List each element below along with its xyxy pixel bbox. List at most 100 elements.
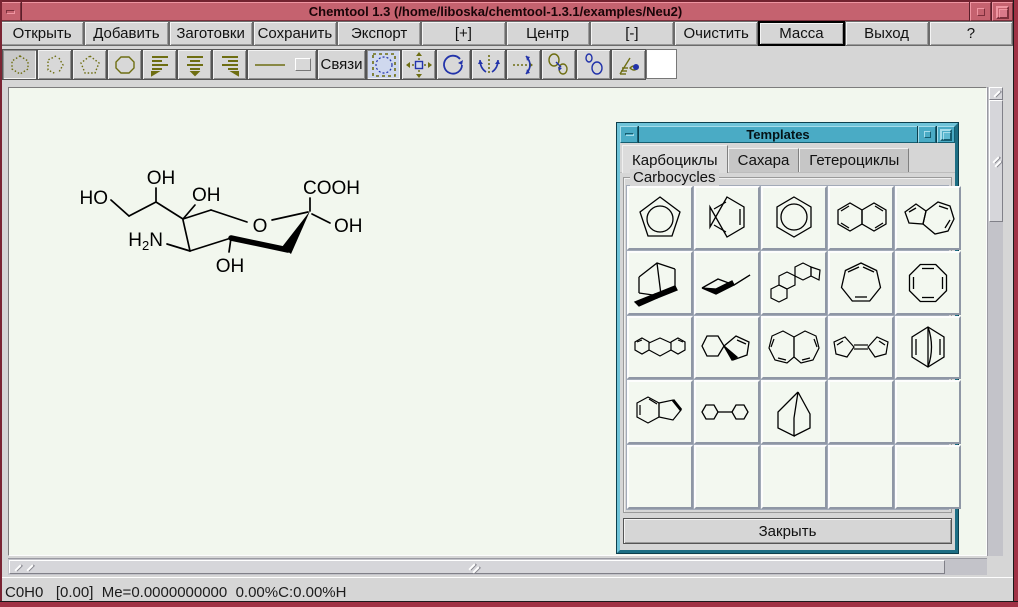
hexagon-icon — [8, 53, 32, 77]
window-menu-button[interactable] — [0, 2, 21, 21]
menu-export-button[interactable]: Экспорт — [337, 21, 421, 46]
align-center-button[interactable] — [177, 49, 212, 80]
template-cell-empty — [895, 445, 961, 509]
menu-help-button[interactable]: ? — [929, 21, 1013, 46]
align-center-icon — [183, 53, 207, 77]
close-icon — [940, 129, 952, 141]
align-right-button[interactable] — [212, 49, 247, 80]
templates-close-button[interactable] — [937, 126, 955, 143]
align-right-icon — [218, 53, 242, 77]
cleanup-button[interactable] — [611, 49, 646, 80]
window-border-bottom — [0, 601, 1018, 607]
maximize-icon — [977, 8, 985, 16]
templates-maximize-button[interactable] — [918, 126, 936, 143]
templates-window-menu-button[interactable] — [620, 126, 638, 143]
tab-heterocycles[interactable]: Гетероциклы — [799, 148, 909, 172]
template-cell-fluorene[interactable] — [627, 316, 693, 380]
template-cell-benzene-aromatic-circle[interactable] — [761, 186, 827, 250]
template-cell-benzene-kekule[interactable] — [694, 186, 760, 250]
template-cell-cycloheptatriene[interactable] — [828, 251, 894, 315]
menu-center-button[interactable]: Центр — [506, 21, 590, 46]
window-border-left — [0, 0, 2, 601]
menu-zoom-in-button[interactable]: [+] — [421, 21, 505, 46]
atom-label-oh-c4: OH — [216, 256, 245, 277]
templates-window-title: Templates — [639, 126, 917, 143]
pentagon-template-button[interactable] — [72, 49, 107, 80]
marquee-icon — [371, 52, 397, 78]
template-cell-barrelene[interactable] — [895, 316, 961, 380]
template-cell-empty — [828, 445, 894, 509]
atom-label-amino: H2N — [128, 230, 163, 253]
templates-titlebar[interactable]: Templates — [620, 126, 955, 143]
template-cell-spiro-ring[interactable] — [694, 316, 760, 380]
template-cell-empty — [627, 445, 693, 509]
vertical-scrollbar-thumb[interactable] — [989, 100, 1003, 222]
open-chain-button[interactable] — [37, 49, 72, 80]
flip-vertical-button[interactable] — [506, 49, 541, 80]
bonds-button[interactable]: Связи — [317, 49, 366, 80]
hexagon-template-button[interactable] — [2, 49, 37, 80]
template-cell-cyclooctatetraene[interactable] — [895, 251, 961, 315]
menu-templates-button[interactable]: Заготовки — [169, 21, 253, 46]
rotate-button[interactable] — [436, 49, 471, 80]
template-cell-bicyclohexyl[interactable] — [694, 380, 760, 444]
template-cell-empty — [828, 380, 894, 444]
template-cell-azulene[interactable] — [895, 186, 961, 250]
window-title: Chemtool 1.3 (/home/liboska/chemtool-1.3… — [22, 2, 969, 21]
carbocycles-frame: Carbocycles — [623, 177, 952, 513]
template-cell-heptalene[interactable] — [761, 316, 827, 380]
template-cell-adamantane[interactable] — [627, 251, 693, 315]
menu-clear-button[interactable]: Очистить — [674, 21, 758, 46]
horizontal-scrollbar-thumb[interactable] — [9, 560, 945, 574]
tab-sugars[interactable]: Сахара — [728, 148, 800, 172]
template-cell-norbornane[interactable] — [761, 380, 827, 444]
templates-grid — [626, 185, 949, 510]
titlebar[interactable]: Chemtool 1.3 (/home/liboska/chemtool-1.3… — [0, 0, 1013, 21]
scale-down-icon — [546, 52, 572, 78]
vertical-scrollbar[interactable] — [987, 87, 1003, 556]
template-cell-naphthalene[interactable] — [828, 186, 894, 250]
carbocycles-frame-label: Carbocycles — [630, 169, 719, 186]
select-marquee-button[interactable] — [366, 49, 401, 80]
template-cell-indene[interactable] — [627, 380, 693, 444]
menu-zoom-out-button[interactable]: [-] — [590, 21, 674, 46]
atom-label-ring-o: O — [253, 216, 268, 237]
template-cell-steroid-fragment[interactable] — [761, 251, 827, 315]
menu-exit-button[interactable]: Выход — [845, 21, 929, 46]
menu-add-button[interactable]: Добавить — [84, 21, 168, 46]
align-left-icon — [148, 53, 172, 77]
flip-horizontal-button[interactable] — [471, 49, 506, 80]
color-swatch[interactable] — [646, 49, 677, 79]
scale-up-button[interactable] — [576, 49, 611, 80]
octagon-template-button[interactable] — [107, 49, 142, 80]
menu-open-button[interactable]: Открыть — [0, 21, 84, 46]
vertical-scrollbar-button[interactable] — [989, 87, 1003, 100]
menu-save-button[interactable]: Сохранить — [253, 21, 337, 46]
menu-mass-button[interactable]: Масса — [758, 21, 844, 46]
scale-down-button[interactable] — [541, 49, 576, 80]
template-cell-fulvalene[interactable] — [828, 316, 894, 380]
minimize-icon — [625, 133, 634, 136]
templates-close-bar-button[interactable]: Закрыть — [623, 518, 952, 544]
template-cell-cyclopentadienyl[interactable] — [627, 186, 693, 250]
atom-label-oh-top: OH — [147, 168, 176, 189]
bond-style-button[interactable] — [247, 49, 317, 80]
statusbar: C0H0 [0.00] Me=0.0000000000 0.00%C:0.00%… — [0, 577, 1013, 601]
maximize-button[interactable] — [970, 2, 991, 21]
octagon-icon — [113, 53, 137, 77]
template-cell-empty — [761, 445, 827, 509]
close-icon — [996, 6, 1009, 19]
move-button[interactable] — [401, 49, 436, 80]
template-cell-empty — [694, 445, 760, 509]
rotate-icon — [441, 52, 467, 78]
pentagon-icon — [78, 53, 102, 77]
template-cell-empty — [895, 380, 961, 444]
formula-status-text: C0H0 [0.00] Me=0.0000000000 0.00%C:0.00%… — [5, 584, 346, 601]
align-left-button[interactable] — [142, 49, 177, 80]
close-button[interactable] — [992, 2, 1013, 21]
atom-label-cooh: COOH — [303, 178, 360, 199]
horizontal-scrollbar[interactable] — [8, 558, 987, 575]
bond-dropdown-icon — [295, 58, 311, 71]
template-cell-cyclohexane-chair[interactable] — [694, 251, 760, 315]
flip-horizontal-icon — [476, 52, 502, 78]
